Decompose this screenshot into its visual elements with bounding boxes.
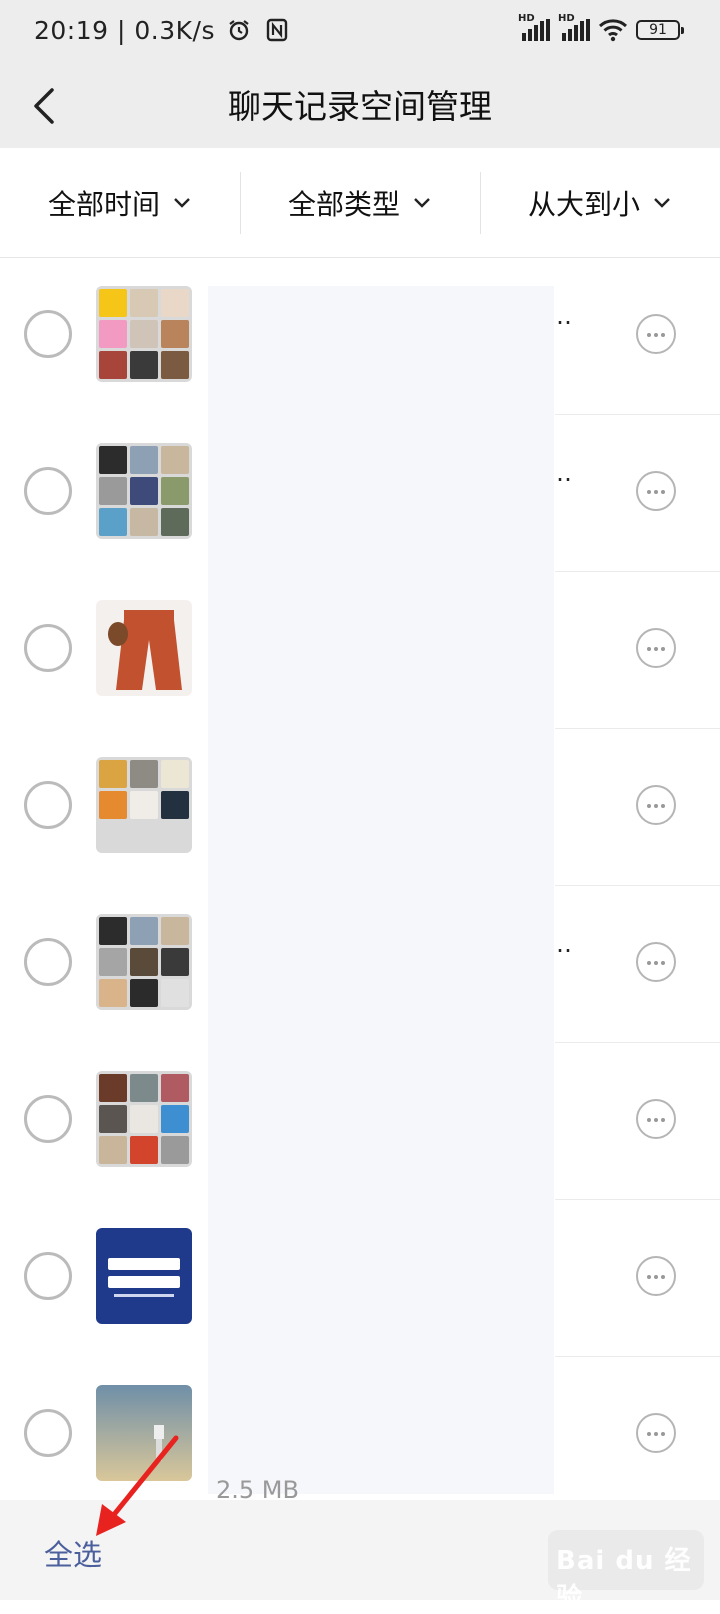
status-bar: 20:19 | 0.3K/s HD HD 91 [0, 0, 720, 70]
watermark-text: Bai du 经验 [556, 1546, 692, 1613]
page-title: 聊天记录空间管理 [228, 87, 492, 126]
select-radio[interactable] [24, 938, 72, 986]
chevron-down-icon [654, 197, 670, 208]
network-speed: 0.3K/s [134, 16, 215, 45]
nfc-icon [266, 18, 288, 42]
alarm-icon [229, 20, 250, 41]
signal-icon: HD [518, 13, 550, 41]
chat-thumbnail [96, 286, 192, 382]
chat-thumbnail [96, 1071, 192, 1167]
signal-icon: HD [558, 13, 590, 41]
more-options-icon[interactable] [636, 471, 676, 511]
more-options-icon[interactable] [636, 785, 676, 825]
redacted-area [208, 286, 554, 1494]
battery-level: 91 [649, 22, 667, 38]
filter-label: 全部时间 [47, 187, 160, 221]
battery-icon: 91 [636, 20, 684, 40]
filter-bar: 全部时间 全部类型 从大到小 [0, 148, 720, 258]
baidu-watermark-logo: Bai du 经验 [548, 1530, 704, 1613]
select-radio[interactable] [24, 1409, 72, 1457]
wifi-icon [598, 19, 628, 42]
chat-thumbnail [96, 443, 192, 539]
clock-text: 20:19 [34, 16, 109, 45]
title-bar: 聊天记录空间管理 [0, 70, 720, 148]
filter-type-dropdown[interactable]: 全部类型 [240, 148, 480, 257]
more-options-icon[interactable] [636, 942, 676, 982]
filter-time-dropdown[interactable]: 全部时间 [0, 148, 240, 257]
chevron-down-icon [414, 197, 430, 208]
status-time: 20:19 | 0.3K/s [34, 16, 288, 45]
chat-thumbnail [96, 914, 192, 1010]
select-radio[interactable] [24, 1095, 72, 1143]
select-radio[interactable] [24, 310, 72, 358]
more-options-icon[interactable] [636, 1413, 676, 1453]
select-radio[interactable] [24, 1252, 72, 1300]
chat-thumbnail [96, 757, 192, 853]
more-options-icon[interactable] [636, 628, 676, 668]
status-icons: HD HD 91 [518, 13, 684, 42]
filter-label: 从大到小 [527, 187, 640, 221]
filter-label: 全部类型 [287, 187, 400, 221]
more-options-icon[interactable] [636, 1256, 676, 1296]
chevron-down-icon [174, 197, 190, 208]
filter-sort-dropdown[interactable]: 从大到小 [480, 148, 720, 257]
chat-thumbnail [96, 1228, 192, 1324]
more-options-icon[interactable] [636, 314, 676, 354]
select-radio[interactable] [24, 781, 72, 829]
annotation-arrow-icon [96, 1435, 179, 1536]
select-radio[interactable] [24, 467, 72, 515]
chat-thumbnail [96, 600, 192, 696]
more-options-icon[interactable] [636, 1099, 676, 1139]
select-radio[interactable] [24, 624, 72, 672]
